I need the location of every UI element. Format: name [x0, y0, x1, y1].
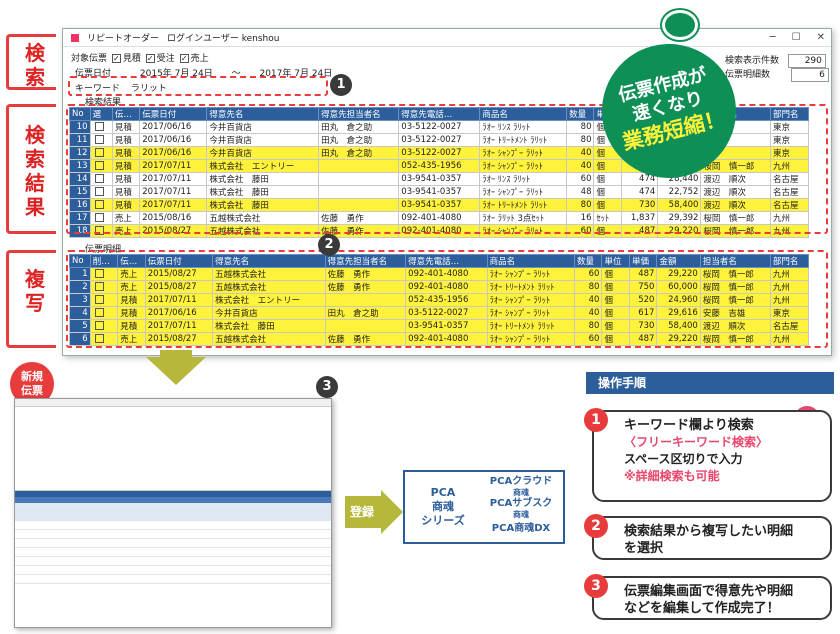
editor-header-area [15, 407, 331, 491]
pca-series-left: PCA 商魂 シリーズ [413, 486, 473, 528]
step-3-line2: などを編集して作成完了！ [624, 601, 780, 616]
shokon-label: 商魂 [432, 500, 454, 513]
search-section-label: 検索 [25, 41, 45, 89]
count-value: 290 [787, 53, 826, 68]
pca-subsc: PCAサブスク [489, 498, 553, 509]
operation-title: 操作手順 [586, 372, 834, 394]
step-2-line1: 検索結果から複写したい明細 [624, 524, 794, 539]
juchu-label: 受注 [156, 54, 175, 64]
editor-line [15, 512, 331, 521]
copy-section-bracket: 複写 [6, 250, 56, 348]
target-slip-label: 対象伝票 [71, 54, 108, 64]
slip-editor-thumbnail [14, 398, 332, 628]
pca-subsc-sub: 商魂 [513, 510, 529, 519]
step-2: 2 検索結果から複写したい明細 を選択 [584, 514, 832, 560]
detail-count-label: 伝票明細数 [725, 70, 771, 80]
mitsumori-checkbox[interactable]: ✓ [111, 54, 121, 63]
window-titlebar: リピートオーダー ログインユーザー kenshou ─ ☐ ✕ [63, 29, 831, 47]
step-3: 3 伝票編集画面で得意先や明細 などを編集して作成完了！ [584, 574, 832, 620]
new-slip-line1: 新規 [21, 370, 43, 383]
step-3-line1: 伝票編集画面で得意先や明細 [624, 584, 794, 599]
register-label: 登録 [350, 505, 375, 519]
minimize-button[interactable]: ─ [770, 32, 776, 43]
editor-line [15, 521, 331, 530]
pca-dx: PCA商魂DX [491, 523, 551, 534]
window-controls: ─ ☐ ✕ [770, 32, 825, 43]
step-2-line2: を選択 [624, 541, 664, 556]
step-1-sub: 〈フリーキーワード検索〉 [624, 435, 769, 449]
series-label: シリーズ [421, 514, 465, 527]
step-1-badge: 1 [584, 408, 608, 432]
pca-cloud: PCAクラウド [489, 476, 553, 487]
pca-series-box: PCA 商魂 シリーズ PCAクラウド 商魂 PCAサブスク 商魂 PCA商魂D… [403, 470, 565, 544]
detail-count-row: 伝票明細数 6 [725, 67, 829, 82]
keyword-highlight [68, 76, 328, 96]
clock-icon [662, 10, 698, 40]
editor-line [15, 530, 331, 539]
step-1-detail: スペース区切りで入力 [624, 452, 743, 466]
callout-1: 1 [330, 74, 352, 96]
close-button[interactable]: ✕ [817, 32, 825, 43]
editor-line [15, 575, 331, 584]
mitsumori-label: 見積 [122, 54, 141, 64]
callout-2: 2 [318, 234, 340, 256]
editor-line [15, 557, 331, 566]
step-2-badge: 2 [584, 514, 608, 538]
result-section-label: 検索結果 [25, 123, 45, 219]
editor-line [15, 503, 331, 512]
target-slip-row: 対象伝票 ✓ 見積 ✓ 受注 ✓ 売上 [71, 51, 209, 64]
maximize-button[interactable]: ☐ [792, 32, 801, 43]
down-arrow-icon [146, 357, 206, 385]
app-icon [71, 33, 79, 42]
pca-products: PCAクラウド 商魂 PCAサブスク 商魂 PCA商魂DX [481, 476, 561, 534]
uriage-label: 売上 [190, 54, 209, 64]
uriage-checkbox[interactable]: ✓ [179, 54, 189, 63]
editor-line [15, 548, 331, 557]
window-title: リピートオーダー [87, 34, 160, 44]
pca-cloud-sub: 商魂 [513, 488, 529, 497]
juchu-checkbox[interactable]: ✓ [145, 54, 155, 63]
new-slip-line2: 伝票 [21, 384, 43, 397]
result-section-bracket: 検索結果 [6, 104, 56, 234]
editor-toolbar [15, 399, 331, 407]
step-1-note: ※詳細検索も可能 [624, 469, 720, 483]
count-row: 検索表示件数 290 [725, 53, 826, 68]
step-3-badge: 3 [584, 574, 608, 598]
detail-count-value: 6 [790, 67, 829, 82]
search-section-bracket: 検索 [6, 34, 56, 90]
step-1-main: キーワード欄より検索 [624, 418, 754, 433]
count-label: 検索表示件数 [725, 56, 780, 66]
callout-3: 3 [316, 376, 338, 398]
copy-section-label: 複写 [25, 267, 45, 315]
step-1: 1 キーワード欄より検索 〈フリーキーワード検索〉 スペース区切りで入力 ※詳細… [584, 408, 832, 502]
detail-highlight [66, 250, 828, 348]
editor-line [15, 566, 331, 575]
pca-label: PCA [430, 486, 456, 499]
editor-line [15, 539, 331, 548]
login-user: ログインユーザー kenshou [167, 34, 280, 44]
